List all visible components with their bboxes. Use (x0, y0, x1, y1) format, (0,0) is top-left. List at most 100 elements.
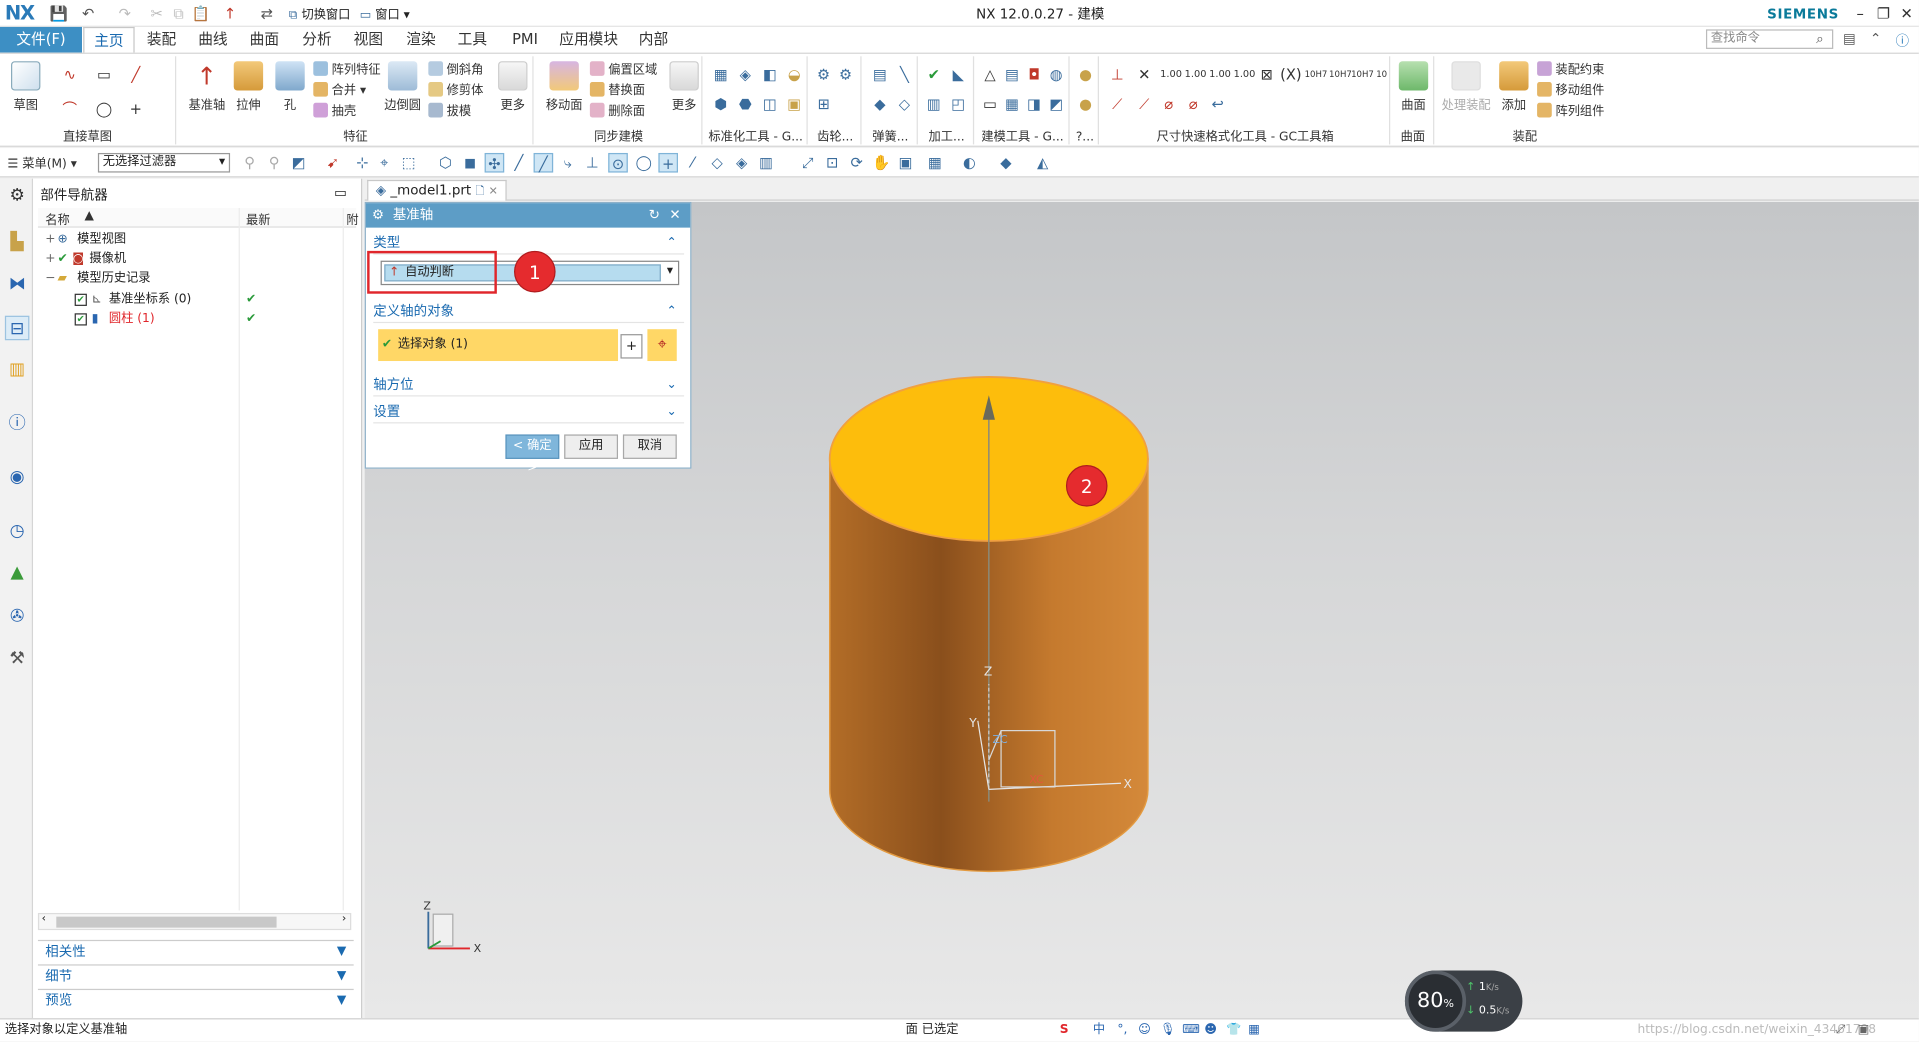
dim-tool-icon[interactable]: 10H7 (1305, 66, 1328, 83)
menu-button[interactable]: ☰ 菜单(M) ▾ (7, 153, 77, 171)
dim-tool-icon[interactable]: 10H7 (1329, 66, 1352, 83)
layout-icon[interactable]: ▣ (1858, 1019, 1870, 1041)
orient-view-icon[interactable]: ▦ (925, 153, 945, 173)
cut-icon[interactable]: ✂ (147, 4, 167, 24)
dim-tool-icon[interactable]: 1.00 (1234, 66, 1256, 83)
select-all-icon[interactable]: ◩ (289, 153, 309, 173)
dim-tool-icon[interactable]: 10 (1373, 66, 1390, 83)
checkbox[interactable]: ✔ (74, 293, 87, 306)
dim-tool-icon[interactable]: ↩ (1209, 95, 1226, 112)
misc-tool-icon[interactable]: ● (1077, 66, 1094, 83)
gear-icon[interactable]: ⚙ (372, 203, 384, 227)
snap-existing-point-icon[interactable]: + (658, 152, 678, 173)
ok-button[interactable]: < 确定 > (505, 434, 560, 475)
datum-axis-button[interactable]: ↑ 基准轴 (186, 61, 228, 112)
tree-row-model-history[interactable]: − ▰ 模型历史记录 (38, 269, 351, 289)
web-browser-icon[interactable]: ◉ (5, 465, 29, 489)
dim-tool-icon[interactable]: ⌀ (1185, 95, 1202, 112)
add-object-button[interactable]: + (620, 334, 643, 359)
history-icon[interactable]: ◷ (5, 519, 29, 543)
dim-tool-icon[interactable]: ⟋ (1109, 95, 1126, 112)
gear-tool-icon[interactable]: ⚙ (837, 66, 854, 83)
assembly-navigator-icon[interactable]: ▙ (5, 230, 29, 254)
profile-icon[interactable]: ∿ (61, 66, 78, 83)
tab-tools[interactable]: 工具 (448, 27, 497, 53)
column-latest[interactable]: 最新 (246, 209, 270, 227)
snap-endpoint-icon[interactable]: ╱ (509, 153, 529, 173)
snap-on-curve-icon[interactable]: ⁄ (683, 153, 703, 173)
tab-file[interactable]: 文件(F) (0, 26, 82, 53)
hole-button[interactable]: 孔 (272, 61, 309, 113)
add-component-button[interactable]: 添加 (1495, 61, 1532, 113)
redo-icon[interactable]: ↷ (115, 4, 135, 24)
emoji-icon[interactable]: ☺ (1138, 1019, 1151, 1041)
draft-button[interactable]: 拔模 (428, 102, 471, 123)
copy-icon[interactable]: ⧉ (169, 4, 189, 24)
sync-more-button[interactable]: 更多 (666, 61, 703, 113)
zoom-icon[interactable]: ⊡ (822, 153, 842, 173)
fullscreen-icon[interactable]: ⤢ (1836, 1019, 1846, 1041)
select-object-field[interactable]: ✔ 选择对象 (1) (378, 329, 619, 362)
dim-tool-icon[interactable]: ⊠ (1258, 66, 1275, 83)
collapse-icon[interactable]: − (45, 269, 55, 289)
column-extra[interactable]: 附 (346, 209, 358, 227)
select-icon[interactable]: ⌖ (374, 153, 394, 173)
tool-icon[interactable]: ▦ (712, 66, 729, 83)
gear-icon[interactable]: ⚙ (5, 184, 29, 208)
snap-control-icon[interactable]: ⤷ (558, 153, 578, 173)
dim-tool-icon[interactable]: ⌀ (1160, 95, 1177, 112)
microphone-icon[interactable]: 🎙 (1160, 1019, 1176, 1041)
view-icon[interactable]: ▣ (896, 153, 916, 173)
point-dialog-icon[interactable]: ⌖ (647, 329, 677, 362)
select-icon[interactable]: ➹ (323, 153, 343, 173)
dialog-header[interactable]: ⚙ 基准轴 ↻ ✕ (365, 203, 691, 228)
ime-logo-icon[interactable]: S (1060, 1019, 1069, 1041)
point-icon[interactable]: + (127, 100, 144, 117)
line-icon[interactable]: ╱ (127, 66, 144, 83)
tab-application[interactable]: 应用模块 (553, 27, 624, 53)
snap-icon[interactable]: ▥ (756, 153, 776, 173)
snap-point-icon[interactable]: ✣ (484, 152, 505, 173)
dim-tool-icon[interactable]: 1.00 (1209, 66, 1231, 83)
tool-icon[interactable]: ◫ (761, 95, 778, 112)
edge-blend-button[interactable]: 边倒圆 (382, 61, 424, 113)
close-window-button[interactable]: ✕ (1896, 2, 1918, 24)
sketch-button[interactable]: 草图 (7, 61, 44, 113)
command-search-input[interactable]: 查找命令 (1705, 29, 1834, 49)
memory-usage-gauge[interactable]: 80% (1404, 970, 1467, 1032)
snap-bounded-icon[interactable]: ◈ (732, 153, 752, 173)
tool-icon[interactable]: ◧ (761, 66, 778, 83)
sort-ascending-icon[interactable]: ▲ (84, 209, 93, 222)
dim-tool-icon[interactable]: ⊥ (1109, 66, 1126, 83)
model-tool-icon[interactable]: ▤ (1004, 66, 1021, 83)
dim-tool-icon[interactable]: (X) (1280, 66, 1302, 83)
tool-icon[interactable]: ⬢ (712, 95, 729, 112)
surface-button[interactable]: 曲面 (1395, 61, 1432, 113)
tool-icon[interactable]: ⬣ (737, 95, 754, 112)
tool-icon[interactable]: ▣ (786, 95, 803, 112)
circle-icon[interactable]: ◯ (95, 100, 112, 117)
tab-home[interactable]: 主页 (83, 26, 135, 53)
repeat-command-icon[interactable]: ↑ (220, 4, 240, 24)
model-tool-icon[interactable]: ◍ (1048, 66, 1065, 83)
tree-row-cylinder[interactable]: ✔ ▮ 圆柱 (1) ✔ (38, 310, 351, 330)
display-options-icon[interactable]: ▤ (1843, 31, 1856, 47)
rect-select-icon[interactable]: ⬚ (399, 153, 419, 173)
skin-icon[interactable]: 👕 (1226, 1019, 1241, 1041)
role-icon[interactable]: ⚒ (5, 646, 29, 670)
system-material-icon[interactable]: ▲ (5, 561, 29, 585)
maximize-panel-icon[interactable]: ▭ (334, 185, 347, 201)
gear-tool-icon[interactable]: ⚙ (815, 66, 832, 83)
tab-analysis[interactable]: 分析 (292, 27, 341, 53)
model-tool-icon[interactable]: ◘ (1026, 66, 1043, 83)
tree-row-model-views[interactable]: + ⊕ 模型视图 (38, 230, 351, 250)
reset-icon[interactable]: ↻ (649, 203, 660, 227)
reuse-library-icon[interactable]: ▥ (5, 357, 29, 381)
collapse-ribbon-icon[interactable]: ⌃ (1870, 31, 1881, 47)
restore-button[interactable]: ❐ (1872, 2, 1894, 24)
type-filter-select[interactable]: 无选择过滤器 ▾ (97, 152, 231, 173)
help-icon[interactable]: ⓘ (1896, 31, 1909, 51)
touch-mode-icon[interactable]: ⇄ (257, 4, 277, 24)
dim-tool-icon[interactable]: 10H7 (1351, 66, 1374, 83)
chamfer-button[interactable]: 倒斜角 (428, 61, 483, 81)
